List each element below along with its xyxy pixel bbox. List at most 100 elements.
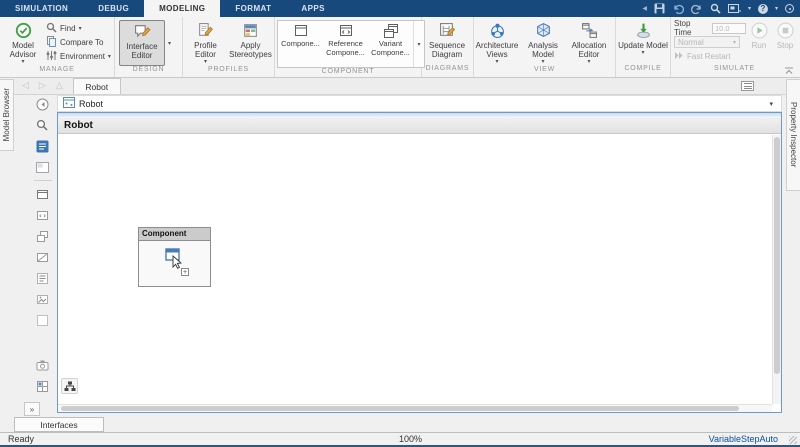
hierarchy-badge-icon[interactable]: [61, 378, 78, 394]
group-label-view: VIEW: [533, 66, 556, 74]
chevron-left-icon[interactable]: ◀: [642, 5, 647, 12]
stop-time-input[interactable]: [712, 22, 746, 34]
component-icon[interactable]: [33, 185, 53, 203]
chevron-down-icon: ▾: [203, 59, 207, 66]
tab-simulation[interactable]: SIMULATION: [0, 0, 83, 17]
run-button[interactable]: Run: [746, 20, 772, 50]
stereotype-icon[interactable]: [33, 377, 53, 395]
breadcrumb[interactable]: Robot ▾: [57, 95, 782, 112]
sequence-diagram-button[interactable]: Sequence Diagram: [422, 20, 472, 59]
horizontal-scrollbar-thumb[interactable]: [61, 406, 740, 411]
tab-modeling[interactable]: MODELING: [144, 0, 221, 17]
compare-to-label: Compare To: [60, 37, 104, 47]
adapter-icon[interactable]: [33, 248, 53, 266]
analysis-model-label: Analysis Model: [528, 41, 558, 60]
find-button[interactable]: Find ▾: [46, 21, 111, 35]
document-tab-robot[interactable]: Robot: [72, 78, 121, 94]
horizontal-scrollbar[interactable]: [58, 404, 772, 412]
apply-stereotypes-button[interactable]: Apply Stereotypes: [228, 20, 273, 59]
vertical-scrollbar[interactable]: [772, 135, 781, 404]
chevron-down-icon[interactable]: ▾: [748, 5, 751, 12]
group-label-profiles: PROFILES: [207, 66, 250, 74]
breadcrumb-item[interactable]: Robot: [79, 99, 103, 109]
chevron-down-icon[interactable]: ▾: [769, 100, 773, 108]
group-design: Interface Editor ▾ DESIGN: [115, 17, 183, 77]
environment-label: Environment: [60, 51, 105, 61]
sequence-diagram-label: Sequence Diagram: [428, 41, 466, 60]
tab-apps[interactable]: APPS: [286, 0, 339, 17]
minimap-icon[interactable]: [33, 158, 53, 176]
search-icon[interactable]: [710, 3, 721, 14]
palette-separator: [33, 180, 52, 181]
chevron-down-icon: ▾: [107, 53, 111, 60]
interface-editor-dropdown[interactable]: ▾: [165, 20, 174, 66]
interfaces-panel-tab[interactable]: Interfaces: [14, 417, 104, 432]
architecture-canvas[interactable]: Component +: [58, 135, 772, 404]
undo-icon[interactable]: [672, 3, 684, 14]
fast-restart-button[interactable]: Fast Restart: [674, 49, 746, 63]
variant-component-button[interactable]: Variant Compone...: [368, 21, 413, 67]
environment-button[interactable]: Environment ▾: [46, 49, 111, 63]
resize-grip[interactable]: [789, 436, 797, 444]
architecture-views-button[interactable]: Architecture Views ▾: [474, 20, 520, 66]
model-browser-tab[interactable]: Model Browser: [0, 79, 14, 151]
profile-editor-button[interactable]: Profile Editor ▾: [183, 20, 228, 66]
update-model-button[interactable]: Update Model ▾: [618, 20, 668, 57]
forward-icon[interactable]: ▷: [39, 80, 46, 91]
analysis-model-icon: [535, 22, 552, 39]
save-icon[interactable]: [654, 3, 665, 14]
status-circle-icon[interactable]: [785, 4, 794, 13]
property-inspector-tab[interactable]: Property Inspector: [786, 79, 800, 191]
reference-component-icon[interactable]: [33, 206, 53, 224]
tab-debug[interactable]: DEBUG: [83, 0, 144, 17]
group-view: Architecture Views ▾ Analysis Model ▾ Al…: [474, 17, 616, 77]
zoom-icon[interactable]: [33, 116, 53, 134]
redo-icon[interactable]: [690, 3, 703, 14]
stop-button[interactable]: Stop: [772, 20, 798, 50]
property-inspector-label: Property Inspector: [789, 102, 798, 168]
compare-doc-icon: [46, 35, 57, 49]
group-label-compile: COMPILE: [624, 65, 662, 72]
help-icon[interactable]: ?: [757, 3, 768, 14]
chevron-down-icon: ▾: [587, 59, 591, 66]
chevron-down-icon: ▾: [495, 59, 499, 66]
library-browser-icon[interactable]: [33, 137, 53, 155]
chevron-down-icon[interactable]: ▾: [775, 5, 778, 12]
chevron-down-icon: ▾: [21, 59, 25, 66]
analysis-model-button[interactable]: Analysis Model ▾: [520, 20, 566, 66]
up-icon[interactable]: △: [56, 80, 63, 91]
group-profiles: Profile Editor ▾ Apply Stereotypes PROFI…: [183, 17, 275, 77]
architecture-views-icon: [489, 22, 506, 39]
stop-label: Stop: [776, 41, 794, 50]
compare-to-button[interactable]: Compare To: [46, 35, 111, 49]
variant-component-label: Variant Compone...: [371, 39, 410, 57]
tab-format[interactable]: FORMAT: [220, 0, 286, 17]
vertical-scrollbar-thumb[interactable]: [774, 137, 780, 374]
allocation-editor-button[interactable]: Allocation Editor ▾: [566, 20, 612, 66]
screenshot-icon[interactable]: [727, 3, 741, 14]
model-browser-label: Model Browser: [2, 88, 11, 142]
image-icon[interactable]: [33, 290, 53, 308]
reference-component-button[interactable]: Reference Compone...: [323, 21, 368, 67]
model-advisor-button[interactable]: Model Advisor ▾: [0, 20, 46, 66]
palette-overflow-button[interactable]: »: [24, 402, 40, 416]
component-block[interactable]: Component +: [138, 227, 211, 287]
variant-component-icon[interactable]: [33, 227, 53, 245]
toolstrip-tab-bar: SIMULATION DEBUG MODELING FORMAT APPS ◀ …: [0, 0, 800, 17]
group-diagrams: Sequence Diagram DIAGRAMS: [422, 17, 474, 77]
component-button[interactable]: Compone...: [278, 21, 323, 67]
interface-editor-button[interactable]: Interface Editor: [119, 20, 165, 66]
editor-tabs-menu-icon[interactable]: [741, 81, 754, 91]
viewmark-icon[interactable]: [33, 356, 53, 374]
architecture-model-icon: [63, 97, 75, 110]
stop-square-icon: [777, 22, 794, 39]
document-tab-bar: ◁ ▷ △ Robot: [14, 78, 786, 95]
area-icon[interactable]: [33, 311, 53, 329]
fast-restart-label: Fast Restart: [687, 51, 731, 61]
solver-link[interactable]: VariableStepAuto: [709, 434, 778, 444]
model-advisor-label: Model Advisor: [9, 41, 37, 60]
annotation-icon[interactable]: [33, 269, 53, 287]
hide-panel-icon[interactable]: [33, 95, 53, 113]
back-icon[interactable]: ◁: [22, 80, 29, 91]
simulation-mode-select[interactable]: Normal ▾: [674, 36, 740, 48]
